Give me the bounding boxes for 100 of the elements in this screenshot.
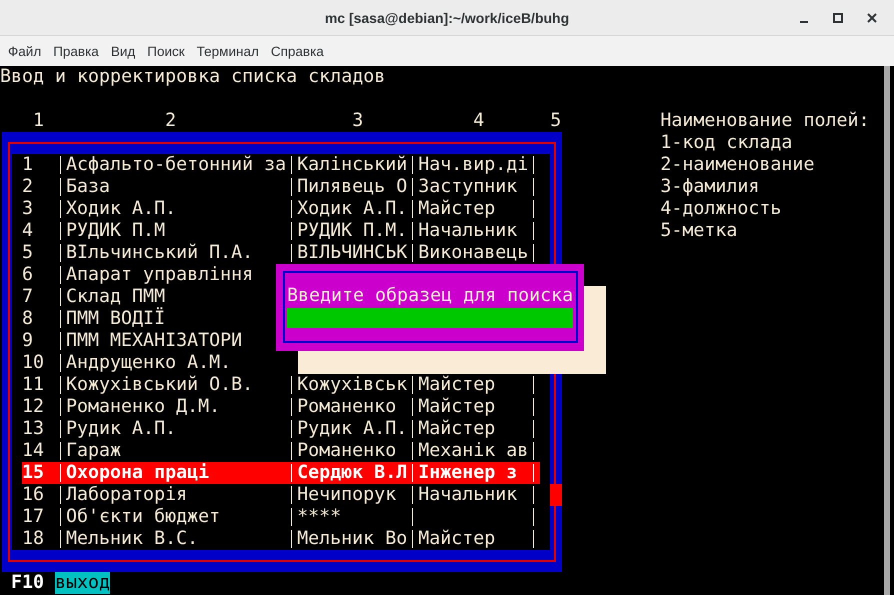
- table-cell-text: 9: [22, 330, 34, 352]
- table-row[interactable]: 13 Рудик А.П. Рудик А.П. Майстер: [22, 418, 540, 440]
- table-cell-text: 7: [22, 286, 34, 308]
- table-cell: Гараж: [66, 440, 122, 461]
- column-number: 1: [33, 110, 44, 132]
- table-cell: Кожухівський О.В.: [66, 374, 254, 395]
- table-cell: Романенко Д.М.: [66, 396, 220, 417]
- table-cell: Пилявець О: [297, 176, 408, 197]
- table-cell-text: 6: [22, 264, 34, 286]
- table-cell: Сердюк В.Л: [297, 462, 408, 483]
- table-cell-text: 15: [22, 462, 46, 484]
- table-cell: Майстер: [418, 198, 496, 219]
- table-cell: Начальник: [418, 220, 518, 241]
- table-row[interactable]: 12 Романенко Д.М. Романенко Майстер: [22, 396, 540, 418]
- table-cell-text: 14: [22, 440, 46, 462]
- table-cell: Романенко: [297, 396, 396, 417]
- table-row[interactable]: 2 База Пилявець О Заступник: [22, 176, 540, 198]
- legend-title: Наименование полей:: [660, 110, 870, 132]
- table-row[interactable]: 5 ВІльчинський П.А. ВІЛЬЧИНСЬК Виконавець: [22, 242, 540, 264]
- legend-item: 5-метка: [660, 220, 738, 242]
- table-row[interactable]: 11 Кожухівський О.В. Кожухівськ Майстер: [22, 374, 540, 396]
- table-cell-text: 16: [22, 484, 46, 506]
- table-cell: Нач.вир.ді: [418, 154, 528, 175]
- legend-item: 1-код склада: [660, 132, 794, 154]
- table-cell: РУДИК П.М.: [297, 220, 408, 241]
- table-cell: Ходик А.П.: [66, 198, 176, 219]
- maximize-icon[interactable]: [830, 10, 846, 26]
- table-cell: База: [66, 176, 110, 197]
- table-row[interactable]: 1 Асфальто-бетонний за Калінський Нач.вир.ді: [22, 154, 540, 176]
- table-row[interactable]: 3 Ходик А.П. Ходик А.П. Майстер: [22, 198, 540, 220]
- scroll-marker: [550, 484, 562, 506]
- hotkey-label[interactable]: выход: [55, 572, 110, 594]
- column-number: 4: [473, 110, 484, 132]
- table-cell: Андрущенко А.М.: [66, 352, 232, 373]
- table-cell: Механік ав: [418, 440, 528, 461]
- table-cell: Склад ПММ: [66, 286, 166, 307]
- legend-item: 4-должность: [660, 198, 782, 220]
- table-row[interactable]: 4 РУДИК П.М РУДИК П.М. Начальник: [22, 220, 540, 242]
- table-cell: Охорона праці: [66, 462, 210, 483]
- search-field[interactable]: [287, 308, 573, 328]
- table-cell-text: 5: [22, 242, 34, 264]
- hotkey: F10: [11, 572, 44, 594]
- table-cell: Мельник Во: [297, 528, 408, 549]
- table-cell: Рудик А.П.: [297, 418, 408, 439]
- table-cell-text: 13: [22, 418, 46, 440]
- menu-item[interactable]: Правка: [47, 44, 105, 58]
- table-row[interactable]: 14 Гараж Романенко Механік ав: [22, 440, 540, 462]
- column-number: 5: [550, 110, 562, 132]
- table-cell: ****: [297, 506, 342, 527]
- table-cell-text: 10: [22, 352, 46, 374]
- table-cell: Мельник В.С.: [66, 528, 198, 549]
- table-cell: Рудик А.П.: [66, 418, 176, 439]
- scrollbar-thumb[interactable]: [884, 66, 890, 595]
- table-cell-text: 2: [22, 176, 34, 198]
- legend-item: 2-наименование: [660, 154, 816, 176]
- table-cell-text: 8: [22, 308, 34, 330]
- table-cell: Кожухівськ: [297, 374, 408, 395]
- table-cell: Асфальто-бетонний за: [66, 154, 286, 175]
- table-cell-text: 3: [22, 198, 34, 220]
- table-cell: Об'єкти бюджет: [66, 506, 220, 527]
- legend-item: 3-фамилия: [660, 176, 760, 198]
- table-cell: РУДИК П.М: [66, 220, 166, 241]
- table-cell: ПММ ВОДІЇ: [66, 308, 166, 329]
- table-cell: Начальник: [418, 484, 518, 505]
- table-row[interactable]: 17 Об'єкти бюджет ****: [22, 506, 540, 528]
- table-cell-text: 18: [22, 528, 46, 550]
- table-cell: Романенко: [297, 440, 396, 461]
- column-number: 2: [165, 110, 176, 132]
- table-cell-text: 4: [22, 220, 34, 242]
- menu-item[interactable]: Вид: [104, 44, 142, 58]
- column-number: 3: [352, 110, 364, 132]
- menu-item[interactable]: Справка: [264, 44, 330, 58]
- table-cell: Ходик А.П.: [297, 198, 408, 219]
- table-cell-text: 11: [22, 374, 46, 396]
- screen-title: Ввод и корректировка списка складов: [0, 66, 386, 88]
- table-cell-text: 17: [22, 506, 46, 528]
- table-cell: Інженер з: [418, 462, 518, 483]
- table-row[interactable]: 15 Охорона праці Сердюк В.Л Інженер з: [22, 462, 540, 484]
- table-cell: Лабораторія: [66, 484, 188, 505]
- menu-item[interactable]: Поиск: [141, 44, 191, 58]
- table-cell: Заступник: [418, 176, 518, 197]
- table-cell: Нечипорук: [297, 484, 396, 505]
- table-cell: ПММ МЕХАНІЗАТОРИ: [66, 330, 242, 351]
- dialog-prompt: Введите образец для поиска: [287, 285, 574, 307]
- table-cell: Майстер: [418, 396, 496, 417]
- table-cell: Калінський: [297, 154, 408, 175]
- menu-item[interactable]: Файл: [2, 44, 48, 58]
- window-title: mc [sasa@debian]:~/work/iceB/buhg: [324, 10, 570, 26]
- table-cell: Майстер: [418, 418, 496, 439]
- menu-item[interactable]: Терминал: [190, 44, 265, 58]
- table-cell: Майстер: [418, 374, 496, 395]
- table-cell: ВІЛЬЧИНСЬК: [297, 242, 408, 263]
- table-row[interactable]: 16 Лабораторія Нечипорук Начальник: [22, 484, 540, 506]
- table-cell-text: 1: [22, 154, 34, 176]
- table-cell: Апарат управління: [66, 264, 254, 285]
- table-cell: ВІльчинський П.А.: [66, 242, 254, 263]
- table-cell-text: 12: [22, 396, 46, 418]
- table-row[interactable]: 18 Мельник В.С. Мельник Во Майстер: [22, 528, 540, 550]
- table-cell: Майстер: [418, 528, 496, 549]
- table-cell: Виконавець: [418, 242, 528, 263]
